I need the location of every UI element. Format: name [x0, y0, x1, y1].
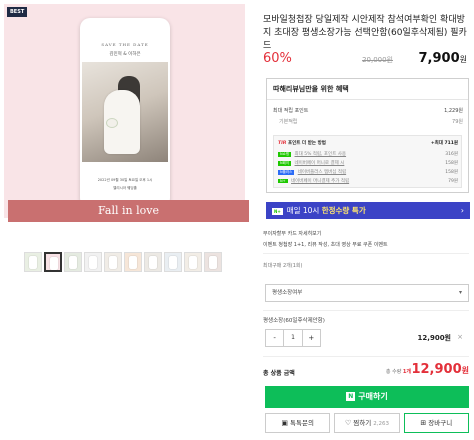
benefit-box: 따해리뷰님만을 위한 혜택 최대 적립 포인트 1,229원 기본적립 79원 …	[266, 78, 469, 193]
thumbnail-1[interactable]	[24, 252, 42, 272]
original-price: 20,000원	[362, 56, 393, 64]
thumbnail-4[interactable]	[84, 252, 102, 272]
product-gallery: BEST SAVE THE DATE 김민혁 & 이하은 2022년 09월 3…	[0, 0, 249, 440]
total-quantity: 총 수량 1개	[385, 369, 411, 375]
best-badge: BEST	[7, 7, 28, 17]
promo-banner[interactable]: N+ 매일 10시 한정수량 특가 ›	[266, 202, 470, 219]
naver-pay-icon: N	[346, 392, 356, 401]
thumbnail-3[interactable]	[64, 252, 82, 272]
phone-mockup: SAVE THE DATE 김민혁 & 이하은 2022년 09월 30일 토요…	[80, 18, 170, 208]
cart-button[interactable]: ⊞ 장바구니	[403, 413, 469, 433]
max-purchase-info: 최대구매 2개(1회)	[263, 263, 303, 269]
event-info: 이벤트 청첩장 1+1, 리뷰 작성, 초대 영상 무료 쿠폰 이벤트	[263, 242, 388, 248]
chevron-right-icon: ›	[460, 206, 464, 215]
phone-names: 김민혁 & 이하은	[109, 52, 141, 57]
thumbnail-7[interactable]	[144, 252, 162, 272]
bouquet-figure	[106, 118, 118, 128]
banner-caption: Fall in love	[8, 200, 249, 222]
chat-icon: ▣	[281, 419, 289, 427]
quantity-stepper: - 1 +	[265, 329, 321, 347]
thumbnail-6[interactable]	[124, 252, 142, 272]
benefit-row-1[interactable]: N쇼핑 최대 5% 적립, 포인트 사용 316원	[278, 151, 458, 157]
total-label: 총 상품 금액	[263, 370, 295, 377]
sale-price: 7,900원	[418, 51, 468, 66]
option-select[interactable]: 평생소장여부 ▾	[265, 284, 469, 302]
phone-header: SAVE THE DATE	[101, 42, 149, 47]
price-row: 60% 20,000원 7,900원	[263, 51, 469, 67]
chevron-down-icon: ▾	[458, 289, 462, 296]
tip-row: TIP. 포인트 더 받는 방법 +최대 711원	[278, 141, 458, 146]
thumbnail-strip	[24, 252, 234, 272]
thumbnail-8[interactable]	[164, 252, 182, 272]
product-title: 모바일청첩장 당일제작 시안제작 참석여부확인 확대방지 초대장 평생소장가능 …	[263, 15, 467, 51]
benefit-title: 따해리뷰님만을 위한 혜택	[273, 85, 349, 93]
thumbnail-5[interactable]	[104, 252, 122, 272]
payment-info[interactable]: 무이자할부 카드 자세히보기	[263, 230, 321, 237]
buy-button[interactable]: N 구매하기	[265, 386, 469, 408]
quantity-input[interactable]: 1	[283, 330, 303, 346]
thumbnail-10[interactable]	[204, 252, 222, 272]
option-price: 12,900원	[417, 334, 451, 342]
product-info: 모바일청첩장 당일제작 시안제작 참석여부확인 확대방지 초대장 평생소장가능 …	[263, 0, 471, 440]
inquiry-button[interactable]: ▣ 톡톡문의	[265, 413, 331, 433]
total-price: 12,900원	[411, 362, 469, 377]
delete-option-icon[interactable]: ×	[457, 333, 463, 341]
heart-icon: ♡	[344, 419, 352, 427]
benefit-row-4[interactable]: N+ 네이버페이 머니결제 추가 적립 79원	[278, 178, 458, 184]
discount-rate: 60%	[263, 51, 292, 66]
thumbnail-2[interactable]	[44, 252, 62, 272]
max-points-row: 최대 적립 포인트 1,229원	[273, 108, 463, 114]
main-product-image[interactable]: BEST SAVE THE DATE 김민혁 & 이하은 2022년 09월 3…	[4, 4, 249, 222]
cart-icon: ⊞	[420, 419, 427, 427]
increase-button[interactable]: +	[303, 330, 320, 346]
wedding-photo	[82, 62, 168, 162]
benefit-row-2[interactable]: N페이 네이버페이 머니로 결제 시 158원	[278, 160, 458, 166]
like-button[interactable]: ♡ 찜하기 2,263	[334, 413, 400, 433]
decrease-button[interactable]: -	[266, 330, 283, 346]
benefit-row-3[interactable]: N플러스 네이버플러스 멤버십 적립 158원	[278, 169, 458, 175]
thumbnail-9[interactable]	[184, 252, 202, 272]
tip-box: TIP. 포인트 더 받는 방법 +최대 711원 N쇼핑 최대 5% 적립, …	[273, 135, 462, 188]
phone-venue: 엘리시아 웨딩홀	[113, 186, 137, 190]
naver-plus-badge: N+	[272, 207, 283, 215]
basic-points-row: 기본적립 79원	[279, 119, 463, 125]
action-buttons: ▣ 톡톡문의 ♡ 찜하기 2,263 ⊞ 장바구니	[265, 413, 469, 433]
phone-date: 2022년 09월 30일 토요일 오후 1시	[97, 178, 153, 182]
selected-option-label: 평생소장(60일후삭제안함)	[263, 318, 325, 324]
